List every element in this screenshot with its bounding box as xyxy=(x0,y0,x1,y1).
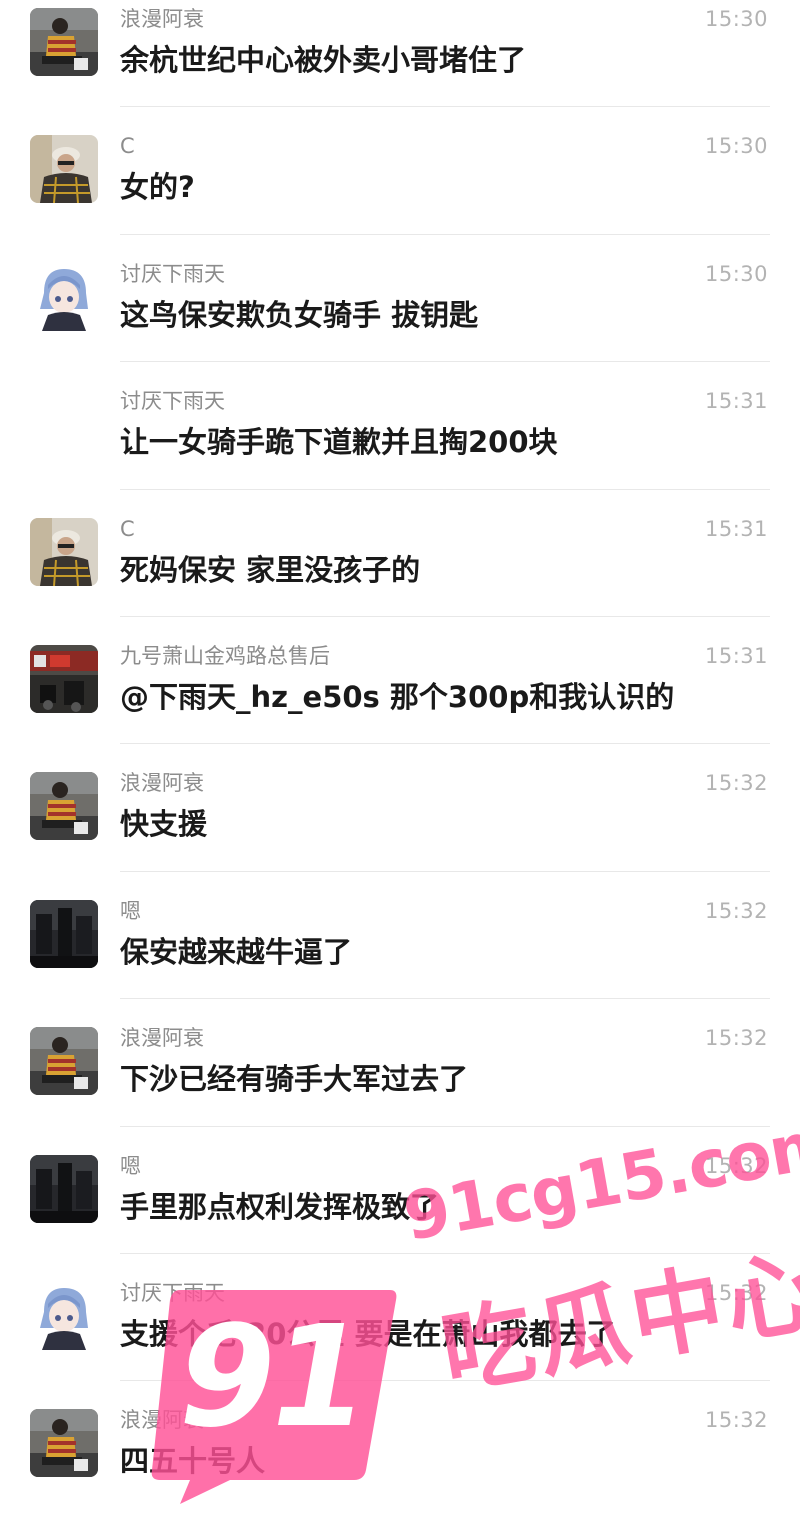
message-item[interactable]: C 15:30 女的? xyxy=(0,127,800,254)
message-text[interactable]: 下沙已经有骑手大军过去了 xyxy=(120,1059,468,1099)
message-time: 15:32 xyxy=(704,1408,768,1433)
message-item[interactable]: 浪漫阿衰 15:32 快支援 xyxy=(0,764,800,891)
message-divider xyxy=(120,233,770,235)
message-time: 15:32 xyxy=(704,1280,768,1305)
message-text[interactable]: 死妈保安 家里没孩子的 xyxy=(120,550,420,590)
message-divider xyxy=(120,1380,770,1382)
message-item[interactable]: 嗯 15:32 手里那点权利发挥极致了 xyxy=(0,1147,800,1274)
message-divider xyxy=(120,1252,770,1254)
sender-name[interactable]: 浪漫阿衰 xyxy=(120,1024,204,1052)
message-time: 15:32 xyxy=(704,1153,768,1178)
message-time: 15:31 xyxy=(704,643,768,668)
message-item[interactable]: 浪漫阿衰 15:32 下沙已经有骑手大军过去了 xyxy=(0,1019,800,1146)
chat-message-list[interactable]: 浪漫阿衰 15:30 余杭世纪中心被外卖小哥堵住了 C 15:30 女的? 讨厌下雨天 15:… xyxy=(0,0,800,1529)
sender-name[interactable]: 嗯 xyxy=(120,897,141,925)
avatar[interactable] xyxy=(30,1154,98,1223)
sender-name[interactable]: 浪漫阿衰 xyxy=(120,5,204,33)
sender-name[interactable]: 浪漫阿衰 xyxy=(120,1406,204,1434)
avatar[interactable] xyxy=(30,517,98,586)
message-divider xyxy=(120,106,770,108)
message-divider xyxy=(120,488,770,490)
message-text[interactable]: @下雨天_hz_e50s 那个300p和我认识的 xyxy=(120,677,674,717)
avatar[interactable] xyxy=(30,899,98,968)
message-time: 15:31 xyxy=(704,389,768,414)
avatar[interactable] xyxy=(30,8,98,76)
sender-name[interactable]: C xyxy=(120,515,135,543)
message-item[interactable]: 九号萧山金鸡路总售后 15:31 @下雨天_hz_e50s 那个300p和我认识的 xyxy=(0,637,800,764)
avatar[interactable] xyxy=(30,1281,98,1350)
message-divider xyxy=(120,361,770,363)
message-item[interactable]: 嗯 15:32 保安越来越牛逼了 xyxy=(0,892,800,1019)
message-time: 15:32 xyxy=(704,898,768,923)
message-time: 15:32 xyxy=(704,1026,768,1051)
sender-name[interactable]: 嗯 xyxy=(120,1152,141,1180)
avatar[interactable] xyxy=(30,1409,98,1478)
message-text[interactable]: 保安越来越牛逼了 xyxy=(120,932,352,972)
message-time: 15:30 xyxy=(704,7,768,31)
message-item[interactable]: 浪漫阿衰 15:32 四五十号人 xyxy=(0,1401,800,1528)
avatar[interactable] xyxy=(30,644,98,713)
message-divider xyxy=(120,1125,770,1127)
sender-name[interactable]: C xyxy=(120,132,135,160)
message-divider xyxy=(120,870,770,872)
message-text[interactable]: 这鸟保安欺负女骑手 拔钥匙 xyxy=(120,295,478,335)
message-time: 15:32 xyxy=(704,771,768,796)
message-time: 15:31 xyxy=(704,516,768,541)
sender-name[interactable]: 讨厌下雨天 xyxy=(120,1279,225,1307)
message-item[interactable]: C 15:31 死妈保安 家里没孩子的 xyxy=(0,510,800,637)
sender-name[interactable]: 讨厌下雨天 xyxy=(120,260,225,288)
message-item[interactable]: 讨厌下雨天 15:32 支援个毛 20公里 要是在萧山我都去了 xyxy=(0,1274,800,1401)
message-item[interactable]: 讨厌下雨天 15:30 这鸟保安欺负女骑手 拔钥匙 xyxy=(0,255,800,382)
avatar[interactable] xyxy=(30,1027,98,1096)
message-divider xyxy=(120,998,770,1000)
message-divider xyxy=(120,743,770,745)
message-text[interactable]: 女的? xyxy=(120,167,195,207)
message-text[interactable]: 余杭世纪中心被外卖小哥堵住了 xyxy=(120,40,526,80)
sender-name[interactable]: 讨厌下雨天 xyxy=(120,387,225,415)
message-time: 15:30 xyxy=(704,261,768,286)
message-divider xyxy=(120,615,770,617)
avatar[interactable] xyxy=(30,262,98,331)
message-time: 15:30 xyxy=(704,134,768,159)
message-text[interactable]: 让一女骑手跪下道歉并且掏200块 xyxy=(120,422,558,462)
message-text[interactable]: 手里那点权利发挥极致了 xyxy=(120,1187,439,1227)
avatar[interactable] xyxy=(30,772,98,841)
sender-name[interactable]: 浪漫阿衰 xyxy=(120,769,204,797)
message-item[interactable]: 浪漫阿衰 15:30 余杭世纪中心被外卖小哥堵住了 xyxy=(0,0,800,127)
message-text[interactable]: 快支援 xyxy=(120,804,207,844)
message-text[interactable]: 支援个毛 20公里 要是在萧山我都去了 xyxy=(120,1314,616,1354)
avatar[interactable] xyxy=(30,135,98,204)
sender-name[interactable]: 九号萧山金鸡路总售后 xyxy=(120,642,330,670)
message-text[interactable]: 四五十号人 xyxy=(120,1441,265,1481)
message-item[interactable]: 讨厌下雨天 15:31 让一女骑手跪下道歉并且掏200块 xyxy=(0,382,800,509)
